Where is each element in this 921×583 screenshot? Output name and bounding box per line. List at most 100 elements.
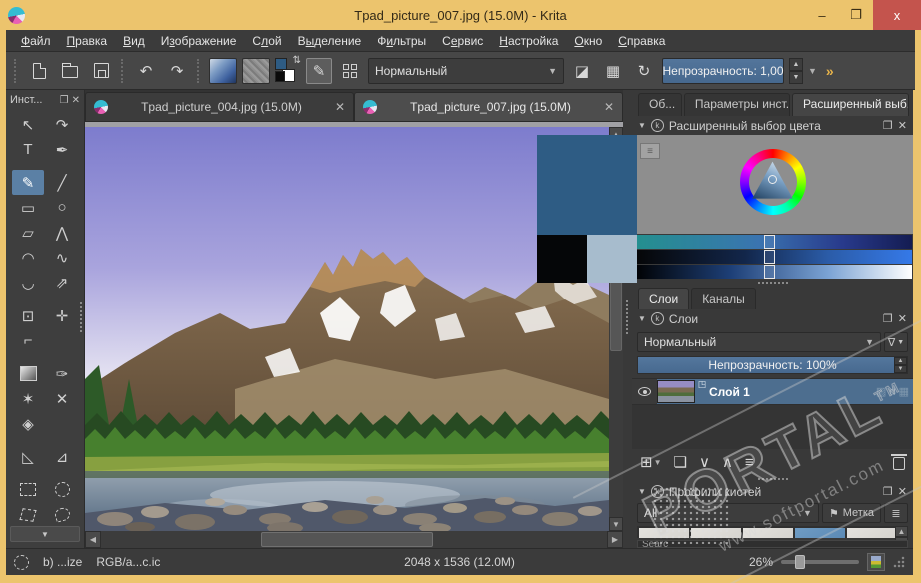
transform-tool[interactable]: ⊡	[12, 303, 44, 328]
menu-item-2[interactable]: Вид	[116, 32, 152, 50]
polygon-select-tool[interactable]	[12, 502, 44, 524]
advanced-color-selector[interactable]: ≡	[632, 135, 913, 234]
menu-item-5[interactable]: Выделение	[291, 32, 369, 50]
duplicate-layer-button[interactable]: ❏	[674, 453, 687, 471]
foreground-background-colors[interactable]: ⇅	[275, 55, 301, 84]
float-docker-icon[interactable]: ❐	[60, 95, 69, 106]
title-bar[interactable]: Tpad_picture_007.jpg (15.0M) - Krita – ❐…	[0, 0, 921, 30]
layer-blend-mode-dropdown[interactable]: Нормальный ▼	[637, 332, 881, 352]
eraser-mode-button[interactable]: ◪	[569, 58, 595, 84]
pattern-swatch-button[interactable]	[242, 57, 270, 84]
smart-patch-tool[interactable]: ✶	[12, 386, 44, 411]
horizontal-scroll-thumb[interactable]	[261, 532, 433, 547]
canvas-image[interactable]	[85, 127, 609, 534]
menu-item-3[interactable]: Изображение	[154, 32, 244, 50]
canvas-horizontal-scrollbar[interactable]: ◀ ▶	[85, 531, 623, 548]
spin-down-icon[interactable]: ▼	[894, 365, 907, 373]
brush-editor-button[interactable]: ✎	[306, 57, 332, 84]
add-layer-button[interactable]: ⊞ ▼	[640, 453, 662, 471]
save-document-button[interactable]	[88, 58, 114, 84]
color-wheel[interactable]	[739, 149, 806, 215]
display-mode-button[interactable]: ≣	[884, 503, 908, 523]
hue-bar-marker[interactable]	[764, 235, 776, 249]
brush-search-input[interactable]: Searc	[637, 540, 908, 548]
collapse-caret-icon[interactable]: ▼	[638, 121, 646, 130]
brush-presets-button[interactable]	[337, 58, 363, 84]
assistants-tool[interactable]: ◺	[12, 444, 44, 469]
docker-drag-handle[interactable]	[632, 475, 913, 482]
slider-options-icon[interactable]: ▼	[808, 66, 817, 76]
gradient-tool[interactable]	[12, 361, 44, 386]
ink-pen-preset[interactable]	[795, 528, 845, 538]
menu-item-10[interactable]: Справка	[611, 32, 672, 50]
spin-up-icon[interactable]: ▲	[894, 357, 907, 365]
ellipse-tool[interactable]: ○	[46, 195, 78, 220]
multibrush-tool[interactable]: ⇗	[46, 270, 78, 295]
paintbrush-preset[interactable]	[847, 528, 895, 538]
toolbox-overflow-button[interactable]: ▼	[10, 526, 80, 542]
layer-expand-icon[interactable]: ◳	[695, 379, 709, 404]
layers-docker-header[interactable]: ▼ k Слои ❐ ✕	[632, 309, 913, 328]
lasso-select-tool[interactable]	[46, 502, 78, 524]
freehand-brush-tool[interactable]: ✎	[12, 170, 44, 195]
menu-item-9[interactable]: Окно	[567, 32, 609, 50]
document-tab-1[interactable]: Tpad_picture_007.jpg (15.0M) ✕	[354, 92, 623, 121]
docker-tab-1[interactable]: Параметры инст...	[683, 93, 791, 116]
opacity-spinner[interactable]: ▲ ▼	[789, 57, 803, 84]
spin-up-icon[interactable]: ▲	[789, 57, 803, 71]
fill-tool[interactable]: ◈	[12, 411, 44, 436]
toolbar-grip-2[interactable]	[197, 58, 202, 83]
alpha-lock-icon[interactable]: ▦	[899, 385, 909, 398]
move-layer-up-button[interactable]: ∧	[722, 453, 733, 471]
color-docker-header[interactable]: ▼ k Расширенный выбор цвета ❐ ✕	[632, 116, 913, 135]
docker-tab-2[interactable]: Расширенный выб...	[792, 93, 909, 116]
menu-item-0[interactable]: Файл	[14, 32, 58, 50]
layer-opacity-slider[interactable]: Непрозрачность: 100% ▲ ▼	[637, 356, 908, 374]
value-bar[interactable]	[633, 265, 912, 279]
toolbar-overflow-button[interactable]: »	[826, 63, 834, 79]
edit-shapes-tool[interactable]: ↷	[46, 112, 78, 137]
inherit-alpha-icon[interactable]: α	[889, 386, 895, 398]
close-docker-icon[interactable]: ✕	[898, 119, 907, 132]
reload-preset-button[interactable]: ↻	[631, 58, 657, 84]
opacity-slider[interactable]: Непрозрачность: 1,00	[662, 57, 784, 84]
window-resize-grip[interactable]	[893, 556, 905, 568]
brush-scrollbar[interactable]: ▲ ▼	[895, 526, 908, 548]
canvas-only-mode-button[interactable]	[867, 553, 885, 571]
gradient-swatch-button[interactable]	[209, 57, 237, 84]
menu-item-8[interactable]: Настройка	[492, 32, 565, 50]
tab-channels[interactable]: Каналы	[691, 288, 756, 309]
light-color-swatch[interactable]	[587, 235, 637, 283]
open-document-button[interactable]	[57, 58, 83, 84]
polyline-tool[interactable]: ⋀	[46, 220, 78, 245]
close-docker-icon[interactable]: ✕	[898, 485, 907, 498]
select-shapes-tool[interactable]: ↖	[12, 112, 44, 137]
zoom-slider-thumb[interactable]	[795, 555, 805, 569]
line-tool[interactable]: ╱	[46, 170, 78, 195]
pencil-preset[interactable]	[639, 528, 689, 538]
ellipse-select-tool[interactable]	[46, 477, 78, 502]
color-sampler-tool[interactable]: ✑	[46, 361, 78, 386]
menu-item-1[interactable]: Правка	[60, 32, 115, 50]
menu-item-4[interactable]: Слой	[245, 32, 288, 50]
move-tool[interactable]: ✛	[46, 303, 78, 328]
brushes-docker-header[interactable]: ▼ k Профили кистей ❐ ✕	[632, 482, 913, 501]
layer-thumbnail[interactable]	[657, 380, 695, 403]
rect-select-tool[interactable]	[12, 477, 44, 502]
swap-colors-icon[interactable]: ⇅	[293, 55, 301, 66]
layer-properties-button[interactable]: ≡	[745, 454, 754, 471]
preserve-alpha-button[interactable]: ▦	[600, 58, 626, 84]
close-docker-icon[interactable]: ✕	[72, 95, 80, 106]
float-docker-icon[interactable]: ❐	[883, 119, 893, 132]
close-docker-icon[interactable]: ✕	[898, 312, 907, 325]
delete-layer-button[interactable]	[891, 454, 907, 470]
bezier-curve-tool[interactable]: ◠	[12, 245, 44, 270]
float-docker-icon[interactable]: ❐	[883, 312, 893, 325]
crop-tool[interactable]: ⌐	[12, 328, 44, 353]
document-tab-0[interactable]: Tpad_picture_004.jpg (15.0M) ✕	[85, 92, 354, 121]
saturation-bar[interactable]	[633, 250, 912, 264]
dynamic-brush-tool[interactable]: ◡	[12, 270, 44, 295]
collapse-caret-icon[interactable]: ▼	[638, 487, 646, 496]
tab-layers[interactable]: Слои	[638, 288, 690, 309]
tag-button[interactable]: ⚑ Метка	[821, 503, 881, 523]
